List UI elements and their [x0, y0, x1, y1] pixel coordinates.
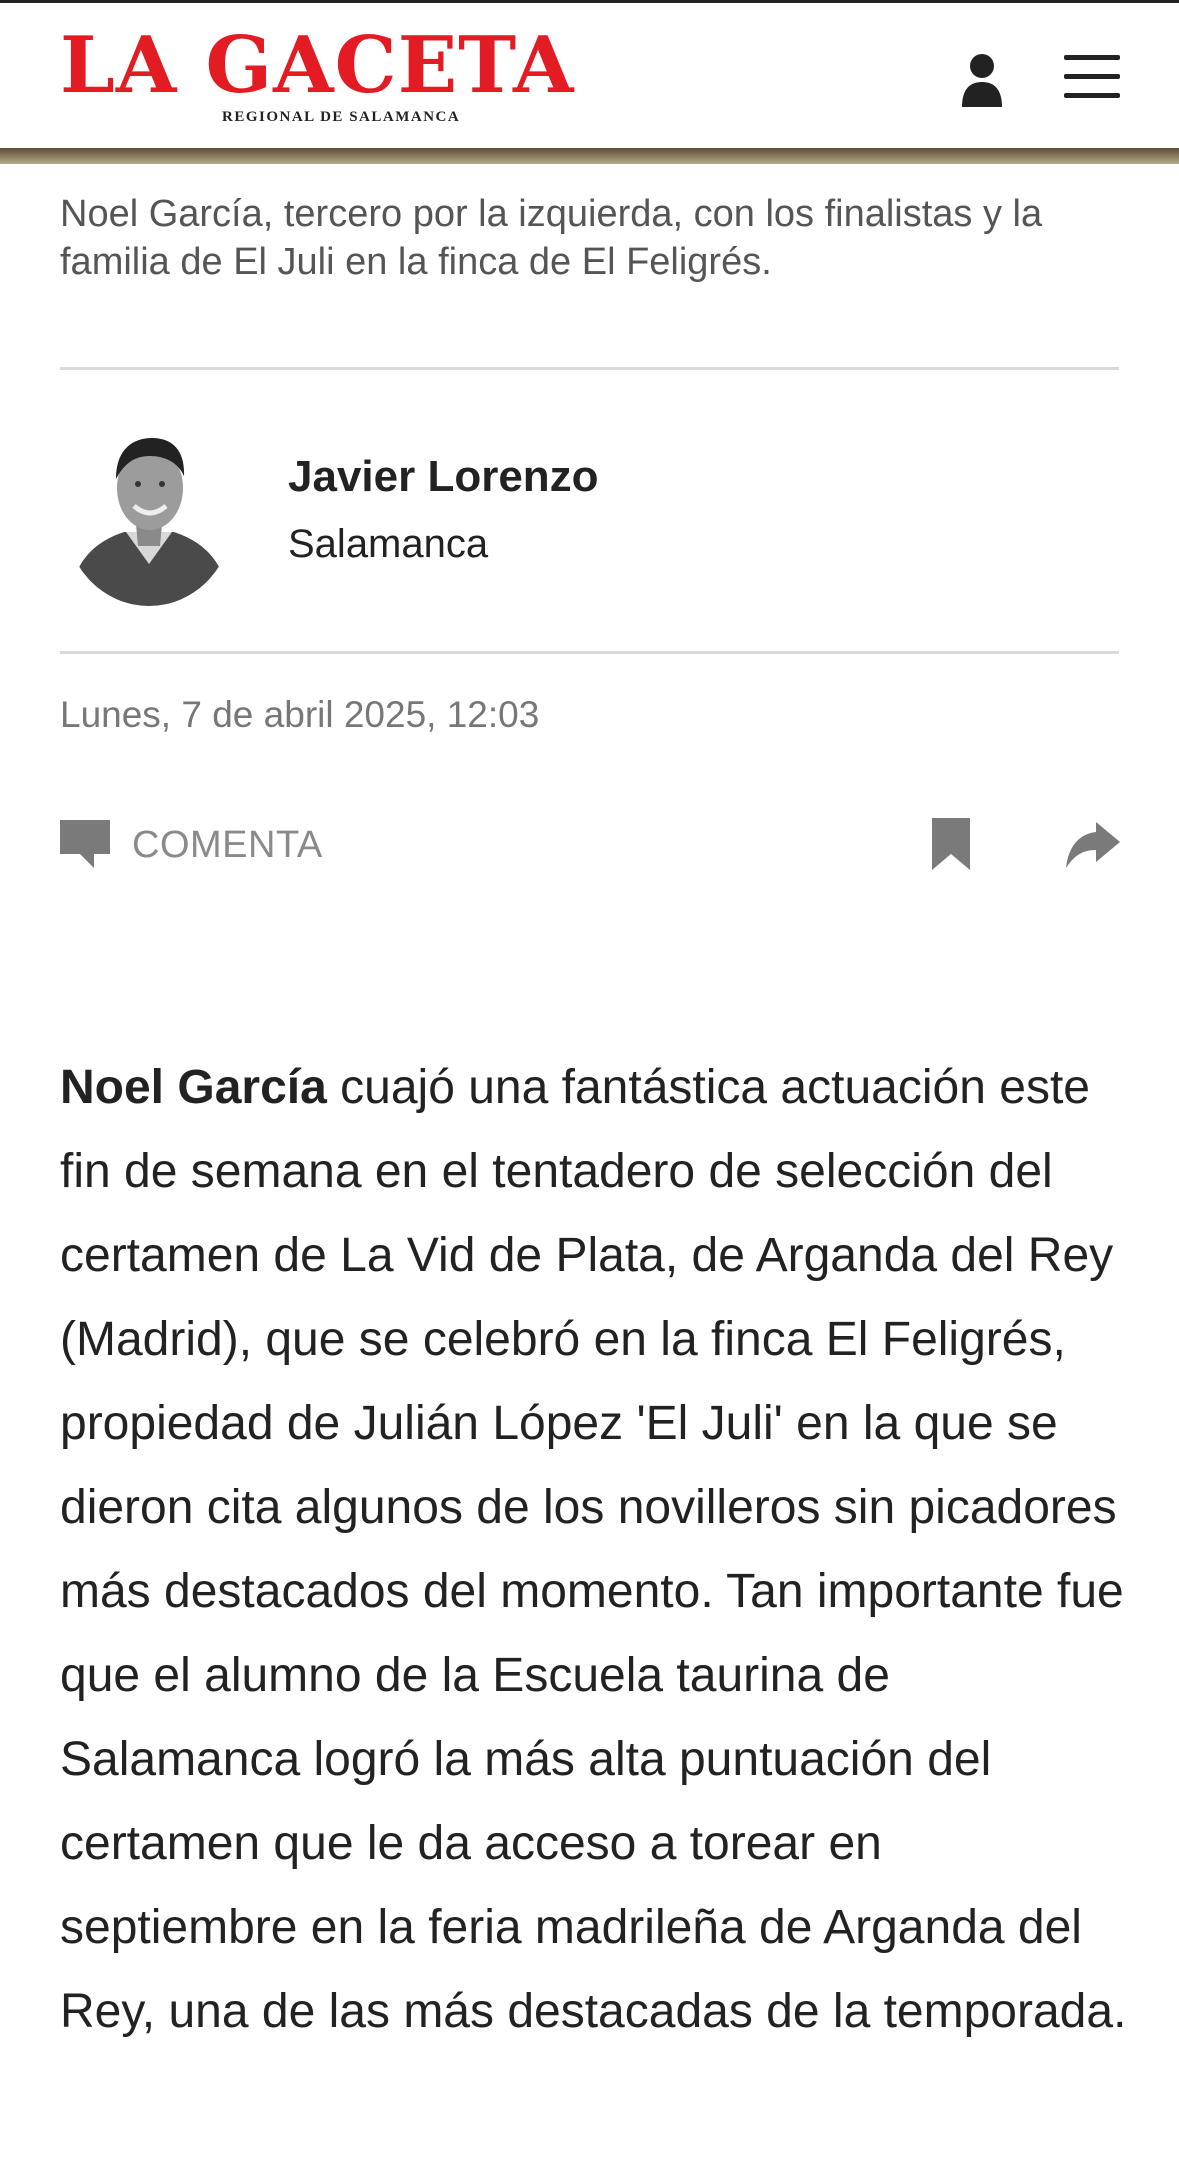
share-icon[interactable] [1066, 818, 1120, 868]
comment-icon [60, 820, 110, 870]
divider [60, 367, 1119, 370]
site-logo[interactable]: LA GACETA REGIONAL DE SALAMANCA [60, 27, 620, 127]
comment-label: COMENTA [132, 824, 323, 866]
photo-caption: Noel García, tercero por la izquierda, c… [60, 193, 1043, 283]
article-lead-name: Noel García [60, 1061, 327, 1114]
user-icon[interactable] [958, 53, 1006, 107]
author-location: Salamanca [288, 522, 489, 566]
bookmark-icon[interactable] [930, 818, 972, 870]
site-header: LA GACETA REGIONAL DE SALAMANCA [0, 0, 1179, 148]
article-page: LA GACETA REGIONAL DE SALAMANCA Noel Gar… [0, 0, 1179, 2182]
logo-subtitle: REGIONAL DE SALAMANCA [222, 109, 461, 125]
logo-title: LA GACETA [60, 20, 575, 111]
article-body: Noel García cuajó una fantástica actuaci… [60, 1046, 1132, 2054]
article-photo-bottom-edge [0, 148, 1179, 164]
author-name[interactable]: Javier Lorenzo [288, 452, 599, 502]
hamburger-menu-icon[interactable] [1064, 55, 1120, 103]
publication-date: Lunes, 7 de abril 2025, 12:03 [60, 694, 540, 735]
author-avatar[interactable] [64, 424, 234, 606]
article-text: cuajó una fantástica actuación este fin … [60, 1061, 1127, 2038]
divider [60, 651, 1119, 654]
